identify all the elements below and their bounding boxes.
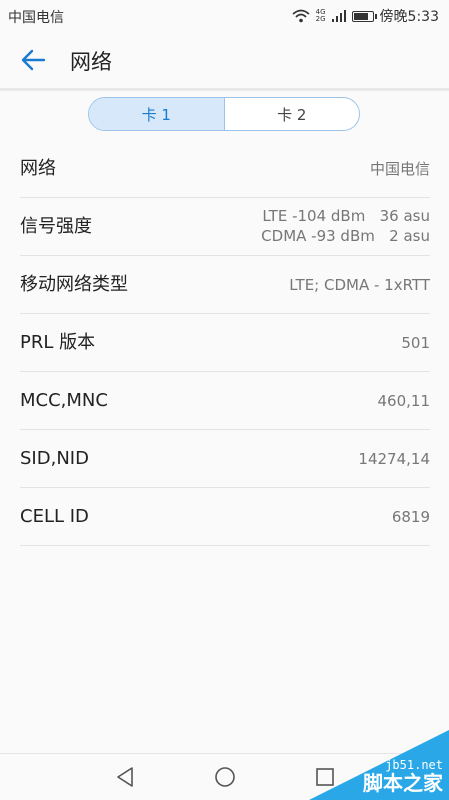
status-time: 傍晚5:33	[379, 9, 439, 25]
nav-home-button[interactable]	[210, 762, 240, 792]
list-item: MCC,MNC 460,11	[20, 372, 430, 430]
signal-icon	[331, 10, 346, 22]
row-label-cell-id: CELL ID	[20, 506, 89, 527]
row-label-network: 网络	[20, 158, 56, 179]
signal-lte-value: LTE -104 dBm 36 asu	[262, 207, 430, 225]
tab-sim-2[interactable]: 卡 2	[225, 98, 360, 130]
nav-back-icon	[117, 767, 133, 787]
row-value-network: 中国电信	[369, 160, 430, 178]
carrier-name: 中国电信	[8, 10, 64, 26]
nav-back-button[interactable]	[110, 762, 140, 792]
network-type-bottom: 2G	[315, 15, 326, 23]
row-value-network-type: LTE; CDMA - 1xRTT	[289, 276, 430, 294]
row-label-sid-nid: SID,NID	[20, 448, 89, 469]
page-title: 网络	[70, 50, 112, 74]
back-arrow-icon	[21, 49, 46, 71]
header-divider	[0, 88, 449, 91]
row-value-mcc-mnc: 460,11	[377, 392, 431, 410]
signal-cdma-value: CDMA -93 dBm 2 asu	[261, 227, 430, 245]
row-value-cell-id: 6819	[391, 508, 430, 526]
row-label-prl-version: PRL 版本	[20, 332, 96, 353]
list-item: CELL ID 6819	[20, 488, 430, 546]
list-item: SID,NID 14274,14	[20, 430, 430, 488]
row-label-network-type: 移动网络类型	[20, 274, 128, 295]
nav-recents-icon	[316, 768, 334, 786]
app-bar: 网络	[0, 32, 449, 88]
row-value-sid-nid: 14274,14	[358, 450, 430, 468]
back-button[interactable]	[18, 46, 50, 74]
list-item: 移动网络类型 LTE; CDMA - 1xRTT	[20, 256, 430, 314]
wifi-icon	[292, 9, 310, 23]
status-icons: 4G 2G 傍晚5:33	[292, 6, 439, 26]
row-value-prl-version: 501	[401, 334, 430, 352]
tab-sim-1[interactable]: 卡 1	[89, 98, 225, 130]
network-info-list: 网络 中国电信 信号强度 LTE -104 dBm 36 asu CDMA -9…	[20, 140, 430, 546]
row-label-mcc-mnc: MCC,MNC	[20, 390, 108, 411]
nav-home-icon	[215, 767, 235, 787]
row-value-signal-strength: LTE -104 dBm 36 asu CDMA -93 dBm 2 asu	[261, 206, 430, 246]
row-label-signal-strength: 信号强度	[20, 216, 92, 237]
battery-icon	[351, 10, 377, 22]
nav-recents-button[interactable]	[310, 762, 340, 792]
list-item: PRL 版本 501	[20, 314, 430, 372]
sim-tabs: 卡 1 卡 2	[88, 97, 360, 131]
status-bar: 中国电信 4G 2G 傍晚5:33	[0, 0, 449, 32]
network-type-indicator: 4G 2G	[316, 9, 326, 23]
navigation-bar	[0, 753, 449, 800]
list-item: 网络 中国电信	[20, 140, 430, 198]
list-item: 信号强度 LTE -104 dBm 36 asu CDMA -93 dBm 2 …	[20, 198, 430, 256]
